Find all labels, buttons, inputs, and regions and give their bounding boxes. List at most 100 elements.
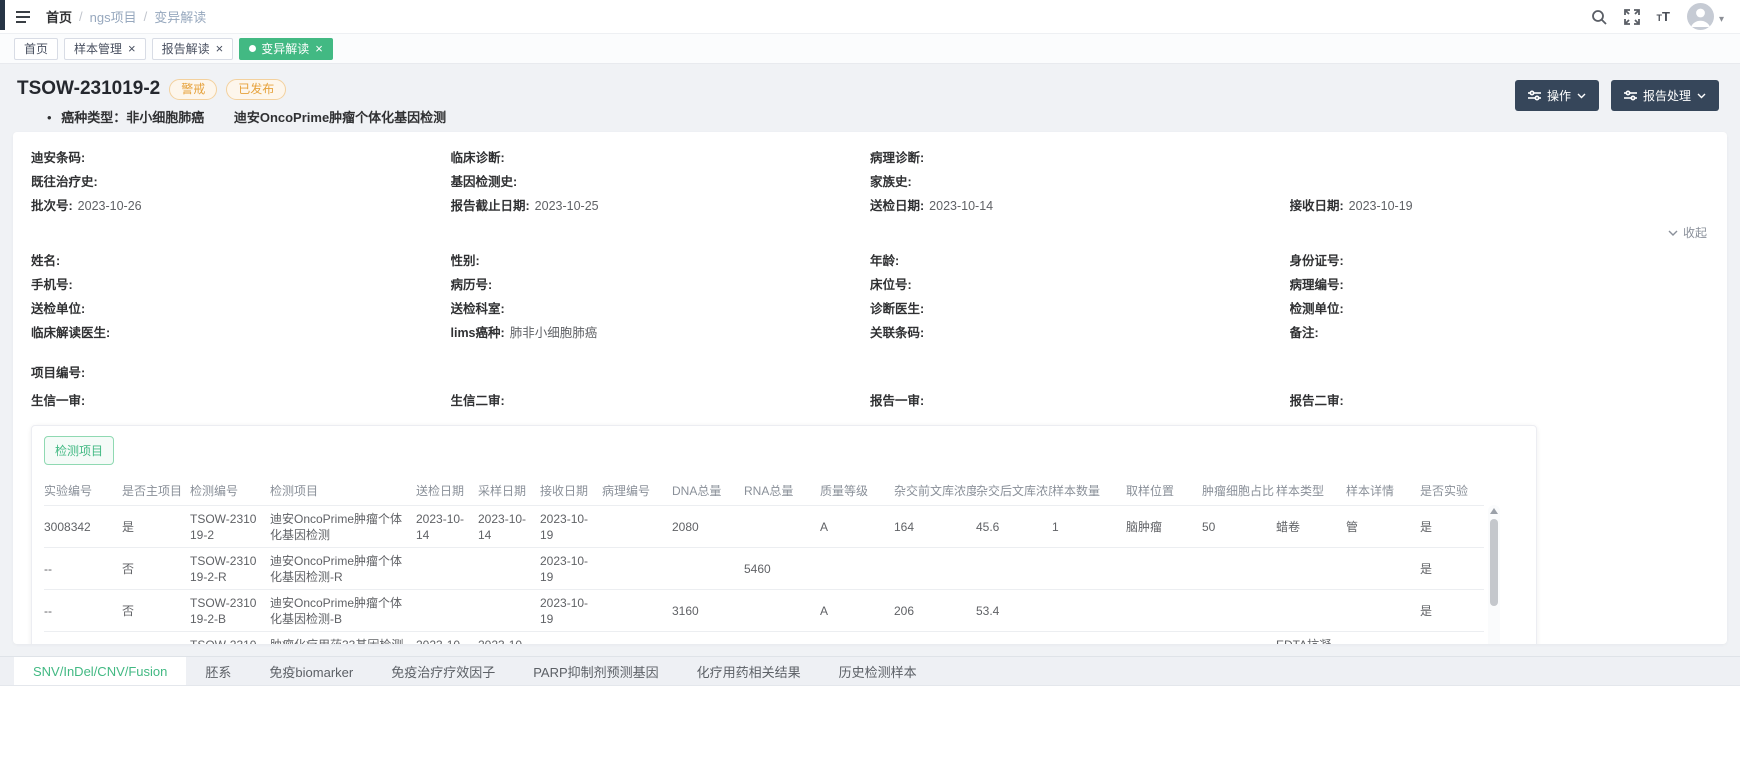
field-label: 接收日期: xyxy=(1290,199,1344,213)
tab-chip-2[interactable]: 报告解读 × xyxy=(152,38,234,60)
tags-bar: 首页样本管理×报告解读×变异解读× xyxy=(0,34,1740,64)
field-label: 临床诊断: xyxy=(451,151,505,165)
table-cell: 脑肿瘤 xyxy=(1126,515,1202,539)
field-label: 迪安条码: xyxy=(31,151,85,165)
column-header: 杂交前文库浓度 xyxy=(894,482,976,499)
field-value: 肺非小细胞肺癌 xyxy=(510,326,598,340)
info-field-empty xyxy=(1290,361,1710,385)
result-tab-5[interactable]: 化疗用药相关结果 xyxy=(678,657,820,685)
field-label: 床位号: xyxy=(870,278,912,292)
vertical-scroll-thumb[interactable] xyxy=(1490,519,1498,606)
close-icon[interactable]: × xyxy=(315,42,323,55)
info-field: 床位号: xyxy=(870,273,1290,297)
column-header: 样本类型 xyxy=(1276,482,1346,499)
column-header: 取样位置 xyxy=(1126,482,1202,499)
table-cell xyxy=(976,565,1052,573)
field-label: 送检日期: xyxy=(870,199,924,213)
table-row[interactable]: --否TSOW-231019-2-R迪安OncoPrime肿瘤个体化基因检测-R… xyxy=(44,547,1484,589)
field-label: 生信一审: xyxy=(31,394,85,408)
field-label: 报告一审: xyxy=(870,394,924,408)
field-label: 备注: xyxy=(1290,326,1319,340)
page-header: TSOW-231019-2 警戒 已发布 癌种类型：非小细胞肺癌 迪安OncoP… xyxy=(13,72,1727,132)
info-field: 迪安条码: xyxy=(31,146,451,170)
info-section-review: 生信一审:生信二审:报告一审:报告二审: xyxy=(31,389,1709,413)
result-panel xyxy=(0,686,1740,760)
result-tab-2[interactable]: 免疫biomarker xyxy=(250,657,372,685)
test-items-button[interactable]: 检测项目 xyxy=(44,436,114,465)
search-icon[interactable] xyxy=(1591,9,1607,25)
table-row[interactable]: --否TSOW-231019-2-B迪安OncoPrime肿瘤个体化基因检测-B… xyxy=(44,589,1484,631)
font-size-icon[interactable]: TT xyxy=(1657,9,1670,24)
result-tab-4[interactable]: PARP抑制剂预测基因 xyxy=(514,657,677,685)
tab-chip-label: 报告解读 xyxy=(162,40,210,57)
column-header: 实验编号 xyxy=(44,482,122,499)
table-cell: ml xyxy=(1346,641,1420,645)
table-cell xyxy=(1052,565,1126,573)
app-window: 首页 / ngs项目 / 变异解读 TT ▾ 首页样本管理×报告解读×变异解读× xyxy=(0,0,1740,760)
test-items-table: 实验编号是否主项目检测编号检测项目送检日期采样日期接收日期病理编号DNA总量RN… xyxy=(44,475,1500,644)
table-cell: 蜡卷 xyxy=(1276,515,1346,539)
operate-button[interactable]: 操作 xyxy=(1515,80,1599,111)
field-label: lims癌种: xyxy=(451,326,505,340)
page-content: TSOW-231019-2 警戒 已发布 癌种类型：非小细胞肺癌 迪安OncoP… xyxy=(0,64,1740,656)
table-row[interactable]: 3008342是TSOW-231019-2迪安OncoPrime肿瘤个体化基因检… xyxy=(44,505,1484,547)
hamburger-icon[interactable] xyxy=(12,6,34,28)
user-avatar[interactable] xyxy=(1687,3,1714,30)
field-label: 检测单位: xyxy=(1290,302,1344,316)
field-label: 手机号: xyxy=(31,278,73,292)
table-cell: 是 xyxy=(1420,641,1482,645)
close-icon[interactable]: × xyxy=(128,42,136,55)
table-row[interactable]: 3008130否TSOW-231019-2-W肿瘤化疗用药33基因检测(不单做)… xyxy=(44,631,1484,644)
table-cell xyxy=(1052,607,1126,615)
field-value: 2023-10-19 xyxy=(1349,199,1413,213)
info-field: 报告截止日期:2023-10-25 xyxy=(451,194,871,218)
collapse-toggle[interactable]: 收起 xyxy=(1668,224,1707,241)
table-cell: 3160 xyxy=(672,641,744,645)
field-label: 报告二审: xyxy=(1290,394,1344,408)
tab-chip-label: 首页 xyxy=(24,40,48,57)
breadcrumb-home[interactable]: 首页 xyxy=(46,7,72,26)
result-tab-3[interactable]: 免疫治疗疗效因子 xyxy=(372,657,514,685)
column-header: 样本详情 xyxy=(1346,482,1420,499)
report-process-button-label: 报告处理 xyxy=(1643,87,1691,104)
tab-chip-0[interactable]: 首页 xyxy=(14,38,58,60)
report-process-button[interactable]: 报告处理 xyxy=(1611,80,1719,111)
table-cell: TSOW-231019-2 xyxy=(190,507,270,547)
result-tab-1[interactable]: 胚系 xyxy=(186,657,250,685)
table-cell xyxy=(1202,607,1276,615)
table-cell: 8.98 xyxy=(976,641,1052,645)
table-cell: 53.4 xyxy=(976,599,1052,623)
scroll-up-arrow-icon[interactable] xyxy=(1490,508,1498,514)
result-tab-0[interactable]: SNV/InDel/CNV/Fusion xyxy=(14,657,186,685)
table-cell: 2023-10-19 xyxy=(540,549,602,589)
result-tab-6[interactable]: 历史检测样本 xyxy=(820,657,936,685)
tab-chip-1[interactable]: 样本管理 × xyxy=(64,38,146,60)
page-title: TSOW-231019-2 xyxy=(17,78,160,100)
user-menu[interactable]: ▾ xyxy=(1687,3,1724,30)
test-items-card: 检测项目 实验编号是否主项目检测编号检测项目送检日期采样日期接收日期病理编号DN… xyxy=(31,425,1537,644)
tab-chip-label: 样本管理 xyxy=(74,40,122,57)
info-field: 报告一审: xyxy=(870,389,1290,413)
tab-chip-3[interactable]: 变异解读× xyxy=(239,38,333,60)
info-field: 身份证号: xyxy=(1290,249,1710,273)
info-section-patient: 姓名:性别:年龄:身份证号:手机号:病历号:床位号:病理编号:送检单位:送检科室… xyxy=(31,249,1709,345)
vertical-scrollbar[interactable] xyxy=(1488,505,1500,644)
column-header: 是否实验 xyxy=(1420,482,1482,499)
breadcrumb-ngs[interactable]: ngs项目 xyxy=(90,7,137,26)
field-label: 家族史: xyxy=(870,175,912,189)
field-value: 2023-10-25 xyxy=(535,199,599,213)
sample-info-card: 迪安条码:临床诊断:病理诊断:既往治疗史:基因检测史:家族史:批次号:2023-… xyxy=(13,132,1727,644)
field-label: 病理编号: xyxy=(1290,278,1344,292)
table-cell xyxy=(820,565,894,573)
info-field: 病理编号: xyxy=(1290,273,1710,297)
table-cell: 肿瘤化疗用药33基因检测(不单做)-子级 xyxy=(270,633,416,645)
table-cell: 否 xyxy=(122,557,190,581)
fullscreen-icon[interactable] xyxy=(1624,9,1640,25)
info-field-empty xyxy=(870,361,1290,385)
table-cell xyxy=(744,523,820,531)
cancer-type-line: 癌种类型：非小细胞肺癌 迪安OncoPrime肿瘤个体化基因检测 xyxy=(47,107,1723,126)
column-header: 采样日期 xyxy=(478,482,540,499)
table-cell: 45.6 xyxy=(976,515,1052,539)
table-cell: 2080 xyxy=(672,515,744,539)
close-icon[interactable]: × xyxy=(216,42,224,55)
